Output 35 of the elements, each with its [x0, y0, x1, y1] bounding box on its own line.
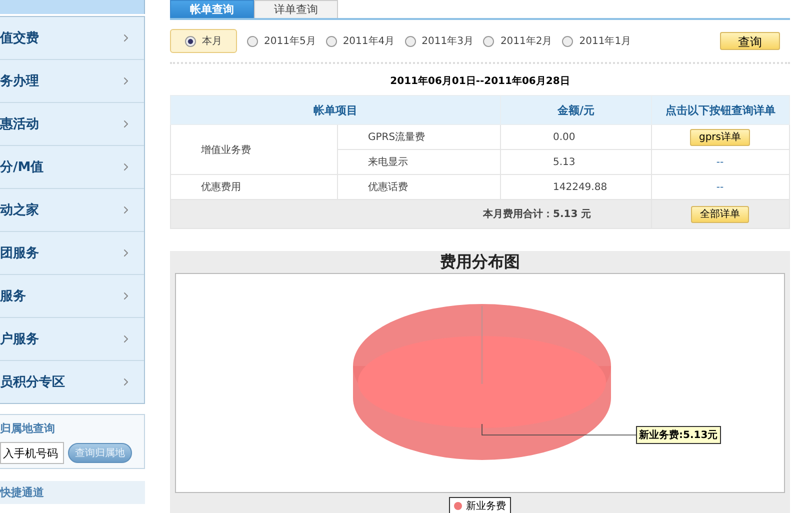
detail-button[interactable]: gprs详单	[690, 128, 750, 146]
query-button[interactable]: 查询	[720, 32, 780, 50]
table-cell: 增值业务费	[170, 124, 338, 174]
all-details-button[interactable]: 全部详单	[691, 206, 749, 222]
sidebar-item[interactable]: 团服务	[0, 232, 144, 275]
table-cell: 0.00	[500, 124, 652, 150]
month-radio[interactable]: 2011年1月	[562, 34, 632, 48]
column-header: 帐单项目	[170, 96, 500, 124]
table-cell: GPRS流量费	[338, 124, 500, 150]
chart-title: 费用分布图	[440, 251, 520, 273]
month-radio[interactable]: 2011年4月	[326, 34, 395, 48]
month-radio[interactable]: 2011年3月	[404, 34, 474, 48]
sidebar-item[interactable]: 户服务	[0, 318, 144, 361]
legend-marker-icon	[454, 502, 462, 510]
month-radio[interactable]: 本月	[170, 29, 237, 53]
total-text: 本月费用合计：5.13 元	[483, 209, 592, 220]
sidebar-item[interactable]: 务办理	[0, 60, 144, 103]
sidebar-item[interactable]: 服务	[0, 275, 144, 318]
month-radio[interactable]: 2011年2月	[483, 34, 552, 48]
sidebar-item[interactable]: 动之家	[0, 189, 144, 232]
sidebar-item[interactable]: 分/M值	[0, 146, 144, 189]
month-radio[interactable]: 2011年5月	[247, 34, 316, 48]
column-header: 金额/元	[500, 96, 652, 124]
panel-title: 归属地查询	[0, 421, 56, 436]
phone-input[interactable]: 入手机号码	[0, 442, 64, 464]
sidebar-item[interactable]: 员积分专区	[0, 361, 144, 403]
table-cell: 来电显示	[338, 150, 500, 174]
column-header: 点击以下按钮查询详单	[652, 96, 790, 124]
legend-label: 新业务费	[466, 500, 506, 513]
date-range: 2011年06月01日--2011年06月28日	[390, 74, 570, 88]
dash-text: --	[716, 156, 724, 168]
data-label: 新业务费:5.13元	[636, 426, 721, 444]
tab[interactable]: 详单查询	[254, 0, 338, 18]
table-cell: 5.13	[500, 150, 652, 174]
dash-text: --	[716, 182, 724, 192]
